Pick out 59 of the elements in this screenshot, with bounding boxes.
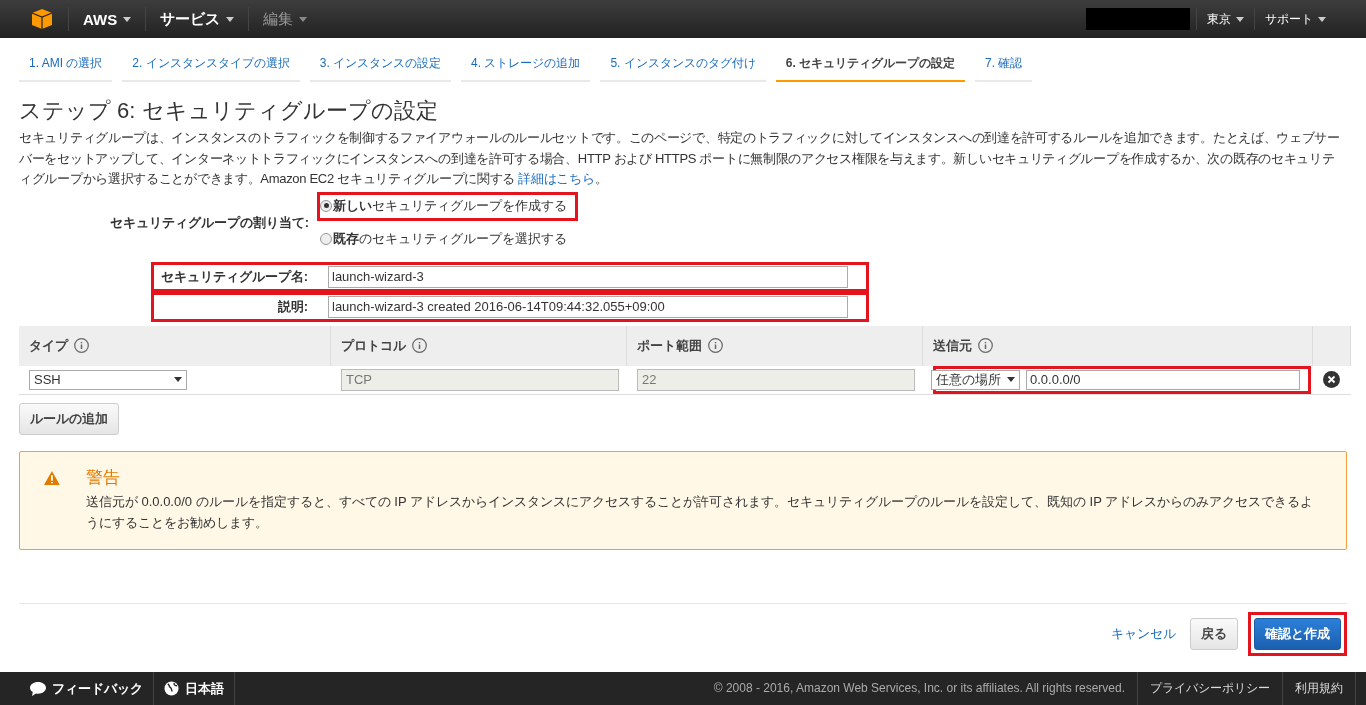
caret-icon (1318, 16, 1326, 22)
review-and-launch-button[interactable]: 確認と作成 (1254, 618, 1341, 650)
footer-link[interactable]: 利用規約 (1283, 672, 1356, 705)
nav-menu-button[interactable]: AWS (68, 7, 146, 31)
protocol-field: TCP (341, 368, 619, 391)
warning-text: 送信元が 0.0.0.0/0 のルールを指定すると、すべての IP アドレスからインスタンスにアクセスすることが許可されます。セキュリティグループのルールを設定して、既知の IP アドレスからのみアクセスできるようにすることをお勧めします。 (85, 492, 1315, 532)
learn-more-link[interactable]: 詳細はこちら (518, 171, 595, 186)
warning-title: 警告 (85, 466, 121, 489)
footer-link[interactable]: プライバシーポリシー (1138, 672, 1283, 705)
add-rule-button[interactable]: ルールの追加 (19, 402, 119, 435)
assign-label: セキュリティグループの割り当て: (108, 213, 309, 232)
intro-paragraph: セキュリティグループは、インスタンスのトラフィックを制御するファイアウォールのルールセットです。このページで、特定のトラフィックに対してインスタンスへの到達を許可するルールを追加できます。たとえば、ウェブサーバーをセットアップして、インターネットトラフィックにインスタンスへの到達を許可する場合、HTTP および HTTPS ポートに無制限のアクセス権限を与えます。新しいセキュリティグループを作成するか、次の既存のセキュリティグループから選択することができます。Amazon EC2 セキュリティグループに関する 詳細はこちら。 (19, 129, 1341, 188)
input-field[interactable]: 0.0.0.0/0 (1026, 369, 1300, 390)
wizard-step-tab[interactable]: 1. AMI の選択 (19, 50, 113, 82)
cube-logo-icon (30, 7, 54, 31)
column-title: プロトコル (341, 336, 406, 355)
source-dropdown[interactable]: 任意の場所 (931, 369, 1020, 390)
info-icon[interactable] (708, 338, 723, 353)
caret-icon (1236, 16, 1244, 22)
feedback-button[interactable]: フィードバック (20, 672, 154, 705)
info-icon[interactable] (74, 338, 89, 353)
nav-menu-button[interactable]: 東京 (1196, 8, 1254, 30)
wizard-step-tab[interactable]: 6. セキュリティグループの設定 (775, 50, 966, 82)
radio-label[interactable]: 既存のセキュリティグループを選択する (333, 229, 567, 248)
input-field[interactable]: launch-wizard-3 created 2016-06-14T09:44:32.055+09:00 (328, 295, 848, 318)
wizard-step-tab[interactable]: 3. インスタンスの設定 (309, 50, 452, 82)
port-range-field: 22 (637, 368, 915, 391)
back-button[interactable]: 戻る (1190, 618, 1238, 650)
radio-label[interactable]: 新しいセキュリティグループを作成する (333, 196, 567, 215)
page-title: ステップ 6: セキュリティグループの設定 (19, 97, 439, 125)
type-dropdown[interactable]: SSH (29, 369, 187, 390)
wizard-step-tab[interactable]: 7. 確認 (975, 50, 1033, 82)
field-label: セキュリティグループ名: (159, 267, 308, 286)
input-field[interactable]: launch-wizard-3 (328, 265, 848, 288)
radio-button[interactable] (320, 232, 332, 245)
speech-bubble-icon (30, 681, 46, 696)
radio-button[interactable] (320, 199, 332, 212)
info-icon[interactable] (978, 338, 993, 353)
wizard-step-tab[interactable]: 4. ストレージの追加 (461, 50, 591, 82)
wizard-step-tab[interactable]: 5. インスタンスのタグ付け (600, 50, 766, 82)
caret-icon (123, 16, 132, 22)
language-button[interactable]: 日本語 (154, 672, 235, 705)
column-title: ポート範囲 (637, 336, 702, 355)
column-title: タイプ (29, 336, 68, 355)
info-icon[interactable] (412, 338, 427, 353)
cancel-link[interactable]: キャンセル (1111, 625, 1176, 643)
warning-icon (44, 469, 60, 486)
copyright-text: © 2008 - 2016, Amazon Web Services, Inc. or its affiliates. All rights reserved. (701, 672, 1138, 705)
field-label: 説明: (276, 297, 308, 316)
caret-icon (226, 16, 235, 22)
remove-icon[interactable] (1323, 371, 1340, 388)
caret-icon (174, 377, 182, 382)
caret-icon (1007, 377, 1015, 382)
globe-icon (164, 681, 179, 696)
column-title: 送信元 (933, 336, 972, 355)
nav-menu-button[interactable]: サポート (1254, 8, 1336, 30)
wizard-step-tab[interactable]: 2. インスタンスタイプの選択 (122, 50, 300, 82)
caret-icon (299, 16, 308, 22)
nav-menu-button[interactable]: サービス (145, 7, 249, 31)
